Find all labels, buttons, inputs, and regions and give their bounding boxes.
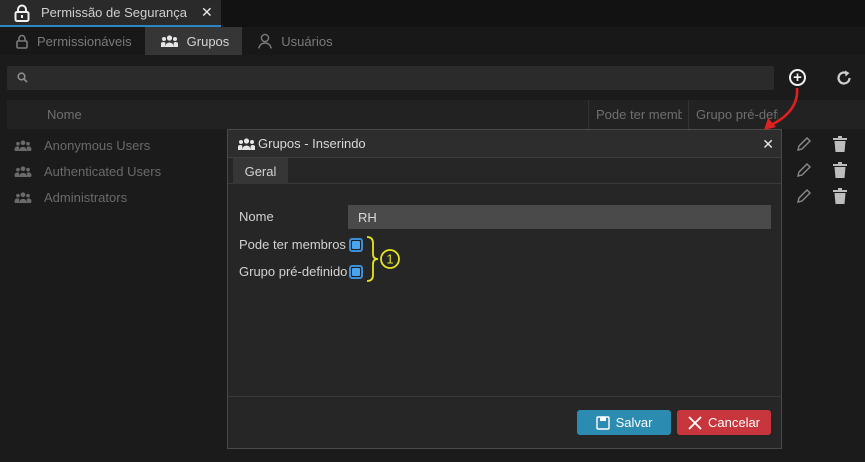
window-tab[interactable]: Permissão de Segurança ✕ <box>0 0 221 27</box>
trash-icon[interactable] <box>833 162 847 178</box>
annotation-number: 1 <box>386 252 393 267</box>
save-button[interactable]: Salvar <box>577 410 671 435</box>
predefined-checkbox[interactable] <box>349 265 363 279</box>
refresh-button[interactable] <box>834 68 854 88</box>
annotation-arrow <box>764 87 799 130</box>
window-tab-title: Permissão de Segurança <box>41 5 187 20</box>
tab-label: Grupos <box>186 33 230 49</box>
name-field[interactable] <box>348 205 771 229</box>
lock-icon <box>14 4 30 22</box>
name-label: Nome <box>239 209 274 224</box>
search-icon <box>17 71 28 86</box>
pencil-icon[interactable] <box>796 188 812 204</box>
predefined-label: Grupo pré-definido <box>239 264 348 279</box>
lock-icon <box>16 34 28 49</box>
pencil-icon[interactable] <box>796 136 812 152</box>
row-actions <box>796 135 856 153</box>
row-name: Administrators <box>44 189 128 205</box>
row-actions <box>796 187 856 205</box>
dialog-header: Grupos - Inserindo ✕ <box>228 130 781 158</box>
members-checkbox[interactable] <box>349 238 363 252</box>
close-icon <box>688 415 702 430</box>
annotation-brace: 1 <box>366 236 400 282</box>
search-bar <box>7 66 774 90</box>
trash-icon[interactable] <box>833 136 847 152</box>
row-name: Authenticated Users <box>44 163 162 179</box>
row-actions <box>796 161 856 179</box>
add-button[interactable]: + <box>789 69 806 86</box>
table-row[interactable]: Administrators <box>14 187 127 207</box>
row-name: Anonymous Users <box>44 137 151 153</box>
tab-permissionaveis[interactable]: Permissionáveis <box>0 27 145 55</box>
checkbox-fill <box>352 268 360 276</box>
table-header: Nome Pode ter membros Grupo pré-definido <box>7 100 865 129</box>
checkbox-fill <box>352 241 360 249</box>
dialog-title: Grupos - Inserindo <box>258 136 366 151</box>
trash-icon[interactable] <box>833 188 847 204</box>
save-icon <box>595 415 610 430</box>
users-icon <box>14 165 32 177</box>
save-label: Salvar <box>615 415 653 430</box>
table-row[interactable]: Anonymous Users <box>14 135 150 155</box>
cancel-button[interactable]: Cancelar <box>677 410 771 435</box>
tab-label: Permissionáveis <box>37 33 132 49</box>
tab-usuarios[interactable]: Usuários <box>242 27 345 55</box>
refresh-icon <box>834 70 854 91</box>
groups-dialog: Grupos - Inserindo ✕ Geral Nome Pode ter… <box>227 129 782 449</box>
users-icon <box>14 191 32 203</box>
column-header-members[interactable]: Pode ter membros <box>588 100 682 129</box>
tab-geral[interactable]: Geral <box>233 158 288 184</box>
pencil-icon[interactable] <box>796 162 812 178</box>
subtab-bar: Permissionáveis Grupos Usuários <box>0 27 865 55</box>
dialog-footer-divider <box>228 396 781 397</box>
users-icon <box>238 137 255 150</box>
window-tab-strip <box>221 0 865 27</box>
cancel-label: Cancelar <box>707 415 761 430</box>
user-icon <box>258 33 272 49</box>
tab-label: Usuários <box>281 33 333 49</box>
tab-grupos[interactable]: Grupos <box>144 27 243 55</box>
window-tab-close-icon[interactable]: ✕ <box>201 4 213 21</box>
plus-circle-icon: + <box>793 69 802 86</box>
users-icon <box>160 35 178 47</box>
dialog-tab-bar: Geral <box>228 158 781 184</box>
members-label: Pode ter membros <box>239 237 346 252</box>
table-row[interactable]: Authenticated Users <box>14 161 161 181</box>
column-header-name[interactable]: Nome <box>47 107 82 122</box>
search-input[interactable] <box>36 70 736 86</box>
users-icon <box>14 139 32 151</box>
dialog-close-icon[interactable]: ✕ <box>762 136 774 153</box>
